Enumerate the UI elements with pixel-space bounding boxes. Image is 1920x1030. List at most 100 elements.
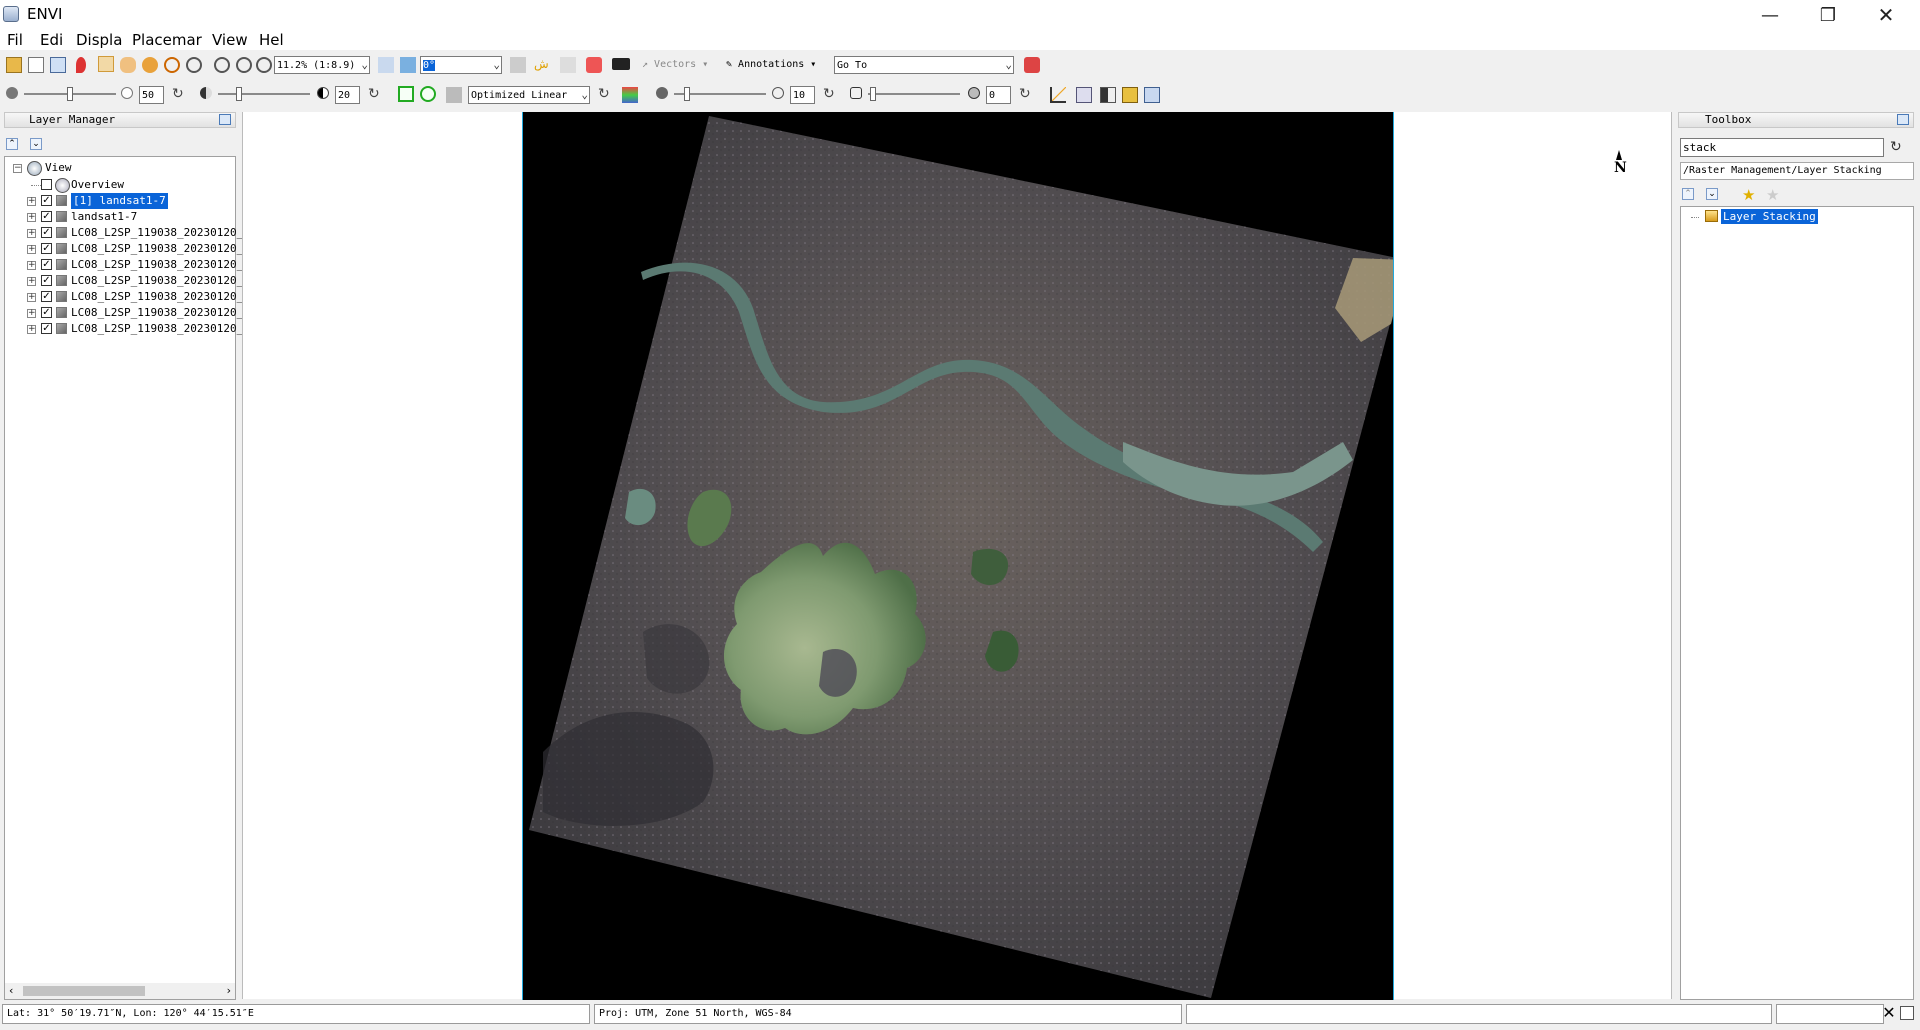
layer-row[interactable]: + ✓ LC08_L2SP_119038_20230120_ [5, 241, 243, 257]
refresh-icon[interactable]: ↻ [1019, 87, 1035, 103]
sharpen-field[interactable]: 10 [790, 86, 815, 104]
zoom-in-icon[interactable] [214, 57, 230, 73]
cursor-value-icon[interactable] [586, 57, 602, 73]
layer-label[interactable]: LC08_L2SP_119038_20230120_ [71, 257, 243, 273]
layer-label[interactable]: LC08_L2SP_119038_20230120_ [71, 321, 243, 337]
remove-favorite-icon[interactable]: ★ [1766, 186, 1779, 204]
expand-layer-icon[interactable]: + [27, 213, 36, 222]
dock-icon[interactable] [219, 114, 231, 125]
goto-go-icon[interactable] [1024, 57, 1040, 73]
layer-row[interactable]: + ✓ LC08_L2SP_119038_20230120_ [5, 273, 243, 289]
goto-field[interactable]: Go To ⌄ [834, 56, 1014, 74]
refresh-icon[interactable]: ↻ [823, 87, 839, 103]
toolbox-search-input[interactable]: stack [1680, 138, 1884, 157]
contrast-slider-track[interactable] [218, 93, 310, 95]
expand-layer-icon[interactable]: + [27, 229, 36, 238]
scroll-left-icon[interactable]: ‹ [9, 984, 13, 997]
histogram-icon[interactable] [1050, 87, 1066, 103]
refresh-icon[interactable]: ↻ [598, 87, 614, 103]
dock-icon[interactable] [1897, 114, 1909, 125]
layer-row[interactable]: + ✓ LC08_L2SP_119038_20230120_ [5, 289, 243, 305]
view-node-label[interactable]: View [45, 160, 72, 176]
menu-placemark[interactable]: Placemar [132, 31, 202, 49]
layer-row[interactable]: + ✓ LC08_L2SP_119038_20230120_ [5, 225, 243, 241]
select-arrow-icon[interactable] [98, 56, 114, 72]
transparency-slider-thumb[interactable] [870, 87, 876, 101]
toolbox-result-layer-stacking[interactable]: Layer Stacking [1721, 209, 1818, 224]
contrast-field[interactable]: 20 [335, 86, 360, 104]
layer-visibility-checkbox[interactable]: ✓ [41, 227, 52, 238]
brightness-slider-thumb[interactable] [67, 87, 73, 101]
layer-visibility-checkbox[interactable] [41, 179, 52, 190]
scroll-right-icon[interactable]: › [227, 984, 231, 997]
close-button[interactable]: ✕ [1858, 0, 1914, 30]
expand-all-icon[interactable]: ⌄ [1706, 188, 1718, 200]
scrollbar-thumb[interactable] [23, 986, 145, 996]
menu-view[interactable]: View [212, 31, 248, 49]
layer-visibility-checkbox[interactable]: ✓ [41, 195, 52, 206]
placemark-icon[interactable] [76, 57, 86, 73]
restore-button[interactable]: ❐ [1800, 0, 1856, 30]
zoom-out-icon[interactable] [236, 57, 252, 73]
collapse-view-icon[interactable]: − [13, 164, 22, 173]
open-file-icon[interactable] [6, 57, 22, 73]
minimize-button[interactable]: — [1742, 0, 1798, 30]
layer-visibility-checkbox[interactable]: ✓ [41, 211, 52, 222]
expand-layer-icon[interactable]: + [27, 293, 36, 302]
annotations-button[interactable]: ✎ Annotations ▾ [726, 59, 816, 70]
data-manager-icon[interactable] [28, 57, 44, 73]
sharpen-slider-thumb[interactable] [684, 87, 690, 101]
layer-row[interactable]: + ✓ LC08_L2SP_119038_20230120_ [5, 305, 243, 321]
expand-layer-icon[interactable]: + [27, 309, 36, 318]
transparency-slider-track[interactable] [868, 93, 960, 95]
layer-label[interactable]: Overview [71, 177, 124, 193]
layer-visibility-checkbox[interactable]: ✓ [41, 259, 52, 270]
menu-edit[interactable]: Edi [40, 31, 63, 49]
layer-row[interactable]: + ✓ LC08_L2SP_119038_20230120_ [5, 321, 243, 337]
layer-row[interactable]: Overview [5, 177, 233, 193]
pixel-locator-icon[interactable]: ش [534, 57, 550, 73]
portal-blend-icon[interactable] [1144, 87, 1160, 103]
fly-icon[interactable] [142, 57, 158, 73]
menu-display[interactable]: Displa [76, 31, 122, 49]
chip-to-file-icon[interactable] [1076, 87, 1092, 103]
flicker-icon[interactable] [1122, 87, 1138, 103]
vectors-button[interactable]: ↗ Vectors ▾ [642, 59, 708, 70]
refresh-icon[interactable]: ↻ [172, 87, 188, 103]
layer-visibility-checkbox[interactable]: ✓ [41, 275, 52, 286]
expand-layer-icon[interactable]: + [27, 245, 36, 254]
portal-icon[interactable] [612, 58, 630, 70]
zoom-full-icon[interactable] [256, 57, 272, 73]
stretch-square-icon[interactable] [398, 86, 414, 102]
menu-help[interactable]: Hel [259, 31, 284, 49]
expand-all-icon[interactable]: ⌄ [30, 138, 42, 150]
layer-label[interactable]: LC08_L2SP_119038_20230120_ [71, 305, 243, 321]
layer-label[interactable]: LC08_L2SP_119038_20230120_ [71, 273, 243, 289]
rotate-icon[interactable] [164, 57, 180, 73]
color-table-icon[interactable] [622, 87, 638, 103]
rotate-right-icon[interactable] [400, 57, 416, 73]
pan-hand-icon[interactable] [120, 57, 136, 73]
add-favorite-icon[interactable]: ★ [1742, 186, 1755, 204]
stretch-select[interactable]: Optimized Linear ⌄ [468, 86, 590, 104]
transparency-field[interactable]: 0 [986, 86, 1011, 104]
stretch-type-icon[interactable] [446, 87, 462, 103]
layer-visibility-checkbox[interactable]: ✓ [41, 243, 52, 254]
expand-layer-icon[interactable]: + [27, 277, 36, 286]
refresh-icon[interactable]: ↻ [1890, 139, 1902, 155]
collapse-all-icon[interactable]: ⌃ [1682, 188, 1694, 200]
chip-view-icon[interactable] [50, 57, 66, 73]
layer-row[interactable]: + ✓ [1] landsat1-7 [5, 193, 233, 209]
brightness-field[interactable]: 50 [139, 86, 164, 104]
expand-layer-icon[interactable]: + [27, 197, 36, 206]
stretch-circle-icon[interactable] [420, 86, 436, 102]
refresh-icon[interactable]: ↻ [368, 87, 384, 103]
swipe-icon[interactable] [1100, 87, 1116, 103]
horizontal-scrollbar[interactable]: ‹ › [5, 983, 235, 999]
expand-layer-icon[interactable]: + [27, 325, 36, 334]
layer-visibility-checkbox[interactable]: ✓ [41, 291, 52, 302]
zoom-icon[interactable] [186, 57, 202, 73]
measure-icon[interactable] [560, 57, 576, 73]
layer-label[interactable]: LC08_L2SP_119038_20230120_ [71, 225, 243, 241]
layer-row[interactable]: + ✓ LC08_L2SP_119038_20230120_ [5, 257, 243, 273]
